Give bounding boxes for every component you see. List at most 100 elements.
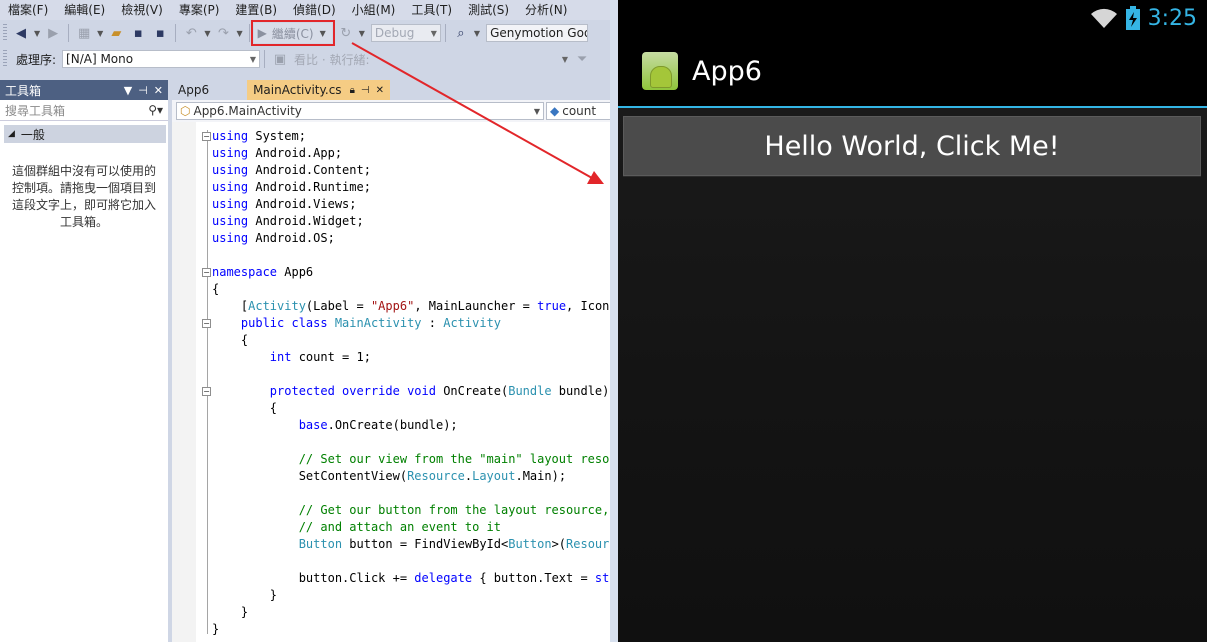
collapse-region-icon[interactable]: − [202, 319, 211, 328]
code-text-area[interactable]: using System; − using Android.App; using An… [172, 122, 612, 642]
menu-item[interactable]: 檔案(F) [0, 0, 56, 20]
code-line[interactable]: { [212, 281, 219, 298]
code-line[interactable]: int count = 1; [212, 349, 371, 366]
android-app-icon[interactable] [642, 52, 678, 90]
undo-dropdown-icon[interactable]: ▼ [204, 29, 210, 38]
code-token: Button [508, 537, 552, 551]
tab-app6[interactable]: App6 [172, 80, 215, 100]
code-line[interactable]: // Get our button from the layout resour… [212, 502, 610, 519]
toolbox-search-input[interactable]: 搜尋工具箱 ⚲▾ [0, 100, 168, 121]
code-line[interactable]: { [212, 400, 277, 417]
new-dropdown-icon[interactable]: ▼ [97, 29, 103, 38]
back-icon[interactable]: ◀ [11, 23, 31, 43]
indicator-margin[interactable] [172, 122, 196, 642]
process-select[interactable]: [N/A] Mono ▼ [62, 50, 261, 68]
find-icon[interactable]: ⌕ [451, 23, 471, 43]
code-line[interactable]: using Android.Runtime; [212, 179, 371, 196]
toolbox-group-general[interactable]: ◢ 一般 [4, 125, 166, 143]
code-line[interactable]: } [212, 604, 248, 621]
close-icon[interactable]: ✕ [154, 84, 163, 97]
member-select[interactable]: ◆ count [546, 102, 612, 120]
thread-select[interactable]: 看比 · 執行緒: ▼ [291, 50, 571, 68]
code-line[interactable]: SetContentView(Resource.Layout.Main); [212, 468, 566, 485]
code-token: using [212, 180, 249, 194]
hello-world-button[interactable]: Hello World, Click Me! [623, 116, 1201, 176]
pin-icon[interactable]: ⊣ [361, 85, 370, 96]
find-dropdown-icon[interactable]: ▼ [474, 29, 480, 38]
toolbar-grip[interactable] [3, 50, 7, 68]
save-icon[interactable]: ▪ [128, 23, 148, 43]
code-line[interactable]: using Android.App; [212, 145, 342, 162]
code-line[interactable]: } [212, 621, 219, 638]
type-select[interactable]: ⬡ App6.MainActivity ▼ [176, 102, 544, 120]
undo-icon[interactable]: ↶ [181, 23, 201, 43]
code-line[interactable]: namespace App6 [212, 264, 313, 281]
device-select[interactable]: Genymotion Goo [486, 24, 589, 42]
collapse-triangle-icon: ◢ [8, 129, 15, 139]
search-icon[interactable]: ⚲▾ [148, 103, 163, 117]
toolbox-empty-message: 這個群組中沒有可以使用的控制項。請拖曳一個項目到這段文字上，即可將它加入工具箱。 [12, 164, 157, 229]
forward-icon[interactable]: ▶ [43, 23, 63, 43]
lock-icon: 🔒︎ [349, 84, 355, 96]
code-token: Android.Content; [248, 163, 371, 177]
code-token: } [212, 605, 249, 619]
menu-item[interactable]: 小組(M) [344, 0, 404, 20]
collapse-region-icon[interactable]: − [202, 387, 211, 396]
code-line[interactable]: // and attach an event to it [212, 519, 501, 536]
code-line[interactable]: Button button = FindViewById<Button>(Res… [212, 536, 612, 553]
toolbox-title: 工具箱 [5, 83, 42, 98]
refresh-dropdown-icon[interactable]: ▼ [359, 29, 365, 38]
code-line[interactable]: public class MainActivity : Activity [212, 315, 501, 332]
member-value: count [562, 104, 597, 118]
code-line[interactable]: using Android.OS; [212, 230, 335, 247]
redo-dropdown-icon[interactable]: ▼ [236, 29, 242, 38]
close-icon[interactable]: ✕ [376, 85, 384, 96]
save-all-icon[interactable]: ▪ [150, 23, 170, 43]
code-line[interactable]: base.OnCreate(bundle); [212, 417, 458, 434]
code-token: delegate [414, 571, 473, 585]
code-line[interactable]: using Android.Content; [212, 162, 371, 179]
stack-frame-icon[interactable]: ▣ [270, 49, 290, 69]
menu-item[interactable]: 檢視(V) [113, 0, 171, 20]
toolbar-grip[interactable] [3, 24, 7, 42]
code-line[interactable]: } [212, 587, 277, 604]
menu-item[interactable]: 工具(T) [403, 0, 460, 20]
code-token: System; [248, 129, 306, 143]
code-token: // Get our button from the layout resour… [212, 503, 610, 517]
menu-item[interactable]: 編輯(E) [56, 0, 113, 20]
code-line[interactable]: using Android.Widget; [212, 213, 364, 230]
code-token: Android.Widget; [248, 214, 364, 228]
battery-charging-icon [1125, 6, 1140, 30]
code-line[interactable]: using System; [212, 128, 306, 145]
code-line[interactable]: button.Click += delegate { button.Text =… [212, 570, 612, 587]
code-line[interactable]: // Set our view from the "main" layout r… [212, 451, 612, 468]
menu-item[interactable]: 分析(N) [517, 0, 575, 20]
tab-mainactivity[interactable]: MainActivity.cs 🔒︎ ⊣ ✕ [247, 80, 390, 100]
code-token: using [212, 197, 249, 211]
code-line[interactable]: protected override void OnCreate(Bundle … [212, 383, 610, 400]
collapse-region-icon[interactable]: − [202, 268, 211, 277]
code-line[interactable]: using Android.Views; [212, 196, 357, 213]
pin-icon[interactable]: ⊣ [138, 84, 148, 97]
refresh-icon[interactable]: ↻ [336, 23, 356, 43]
redo-icon[interactable]: ↷ [213, 23, 233, 43]
back-dropdown-icon[interactable]: ▼ [34, 29, 40, 38]
continue-button[interactable]: ▶ 繼續(C) ▼ [250, 20, 335, 46]
open-folder-icon[interactable]: ▰ [106, 23, 126, 43]
menu-item[interactable]: 偵錯(D) [285, 0, 344, 20]
menu-item[interactable]: 測試(S) [460, 0, 517, 20]
toolbar-separator [175, 24, 177, 42]
filter-icon[interactable]: ⏷ [572, 49, 592, 69]
collapse-region-icon[interactable]: − [202, 132, 211, 141]
menu-item[interactable]: 專案(P) [171, 0, 228, 20]
field-icon: ◆ [550, 104, 560, 118]
new-project-icon[interactable]: ▦ [74, 23, 94, 43]
chevron-down-icon: ▼ [249, 54, 257, 64]
solution-config-select[interactable]: Debug ▼ [370, 24, 441, 42]
wifi-icon [1090, 8, 1117, 28]
code-line[interactable]: { [212, 332, 248, 349]
code-line[interactable]: [Activity(Label = "App6", MainLauncher =… [212, 298, 612, 315]
menu-item[interactable]: 建置(B) [227, 0, 285, 20]
dropdown-icon[interactable]: ▼ [124, 84, 132, 97]
code-token: protected override void [212, 384, 436, 398]
